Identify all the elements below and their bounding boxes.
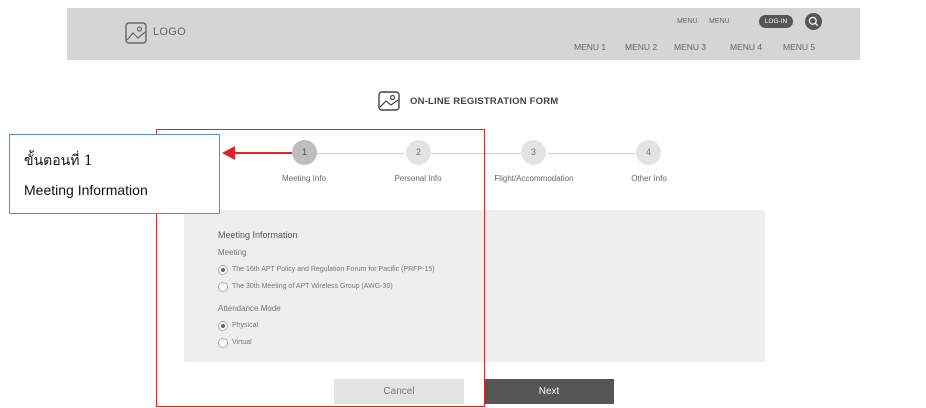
utility-link-menu-2[interactable]: MENU xyxy=(709,18,730,25)
arrow-left-icon xyxy=(222,146,235,160)
step-connector xyxy=(547,153,636,154)
annotation-callout: ขั้นตอนที่ 1 Meeting Information xyxy=(9,134,220,214)
site-header: LOGO MENU MENU LOG-IN MENU 1 MENU 2 MENU… xyxy=(67,8,860,60)
image-placeholder-icon[interactable] xyxy=(125,22,147,44)
annotation-arrow-line xyxy=(234,152,292,154)
menu-item-1[interactable]: MENU 1 xyxy=(574,42,606,52)
logo-text[interactable]: LOGO xyxy=(153,26,186,38)
menu-item-4[interactable]: MENU 4 xyxy=(730,42,762,52)
menu-item-2[interactable]: MENU 2 xyxy=(625,42,657,52)
login-button[interactable]: LOG-IN xyxy=(759,15,793,28)
callout-step-text: ขั้นตอนที่ 1 xyxy=(24,153,93,169)
menu-item-5[interactable]: MENU 5 xyxy=(783,42,815,52)
search-button[interactable] xyxy=(805,13,822,30)
callout-description: Meeting Information xyxy=(24,182,148,198)
step-4-circle[interactable]: 4 xyxy=(636,140,661,165)
search-icon xyxy=(808,16,819,27)
step-4-label: Other Info xyxy=(631,174,667,183)
next-button[interactable]: Next xyxy=(484,379,614,404)
image-placeholder-icon xyxy=(378,91,400,111)
utility-link-menu[interactable]: MENU xyxy=(677,18,698,25)
step-3-label: Flight/Accommodation xyxy=(494,174,574,183)
step-3-circle[interactable]: 3 xyxy=(521,140,546,165)
menu-item-3[interactable]: MENU 3 xyxy=(674,42,706,52)
form-title: ON-LINE REGISTRATION FORM xyxy=(410,96,559,107)
